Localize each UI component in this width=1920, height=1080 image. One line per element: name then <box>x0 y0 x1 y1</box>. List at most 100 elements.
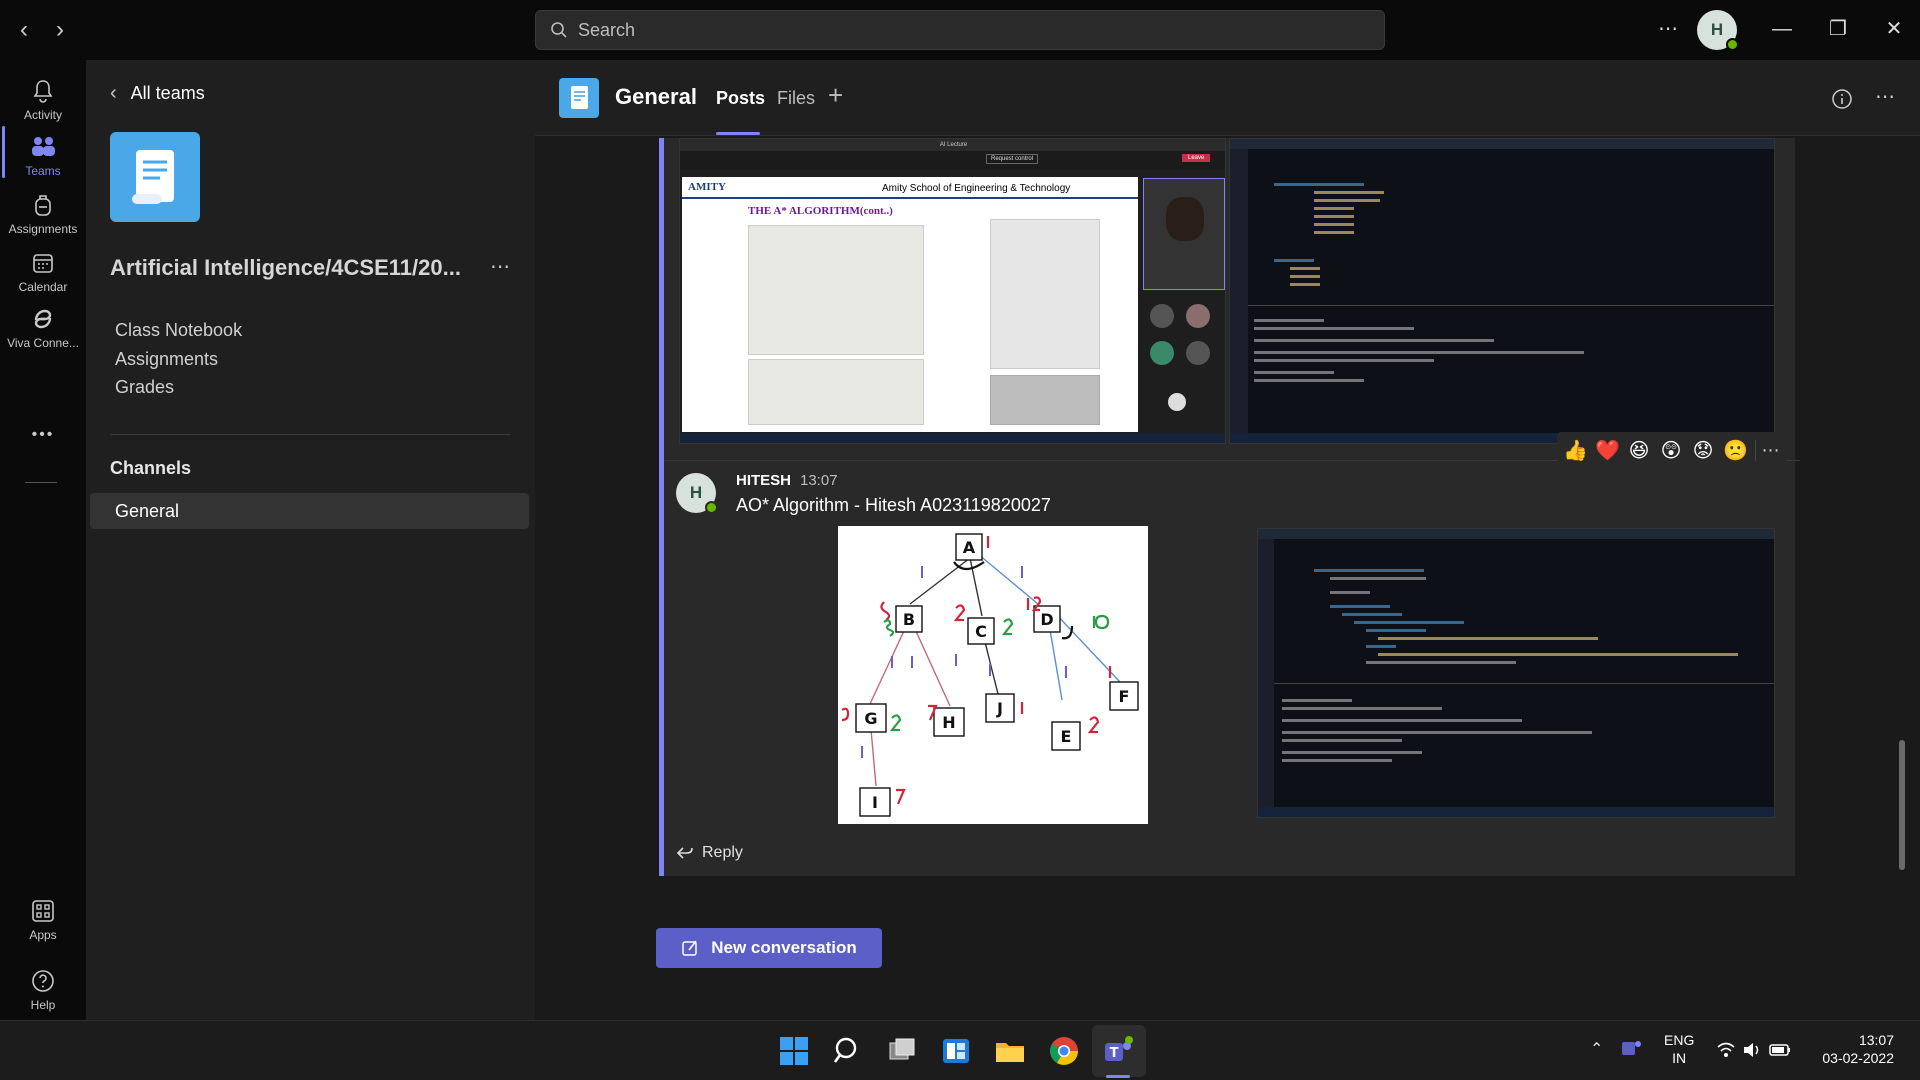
app-rail: Activity Teams Assignments Calendar Viva… <box>0 60 86 1020</box>
presenter-video <box>1143 178 1225 290</box>
rail-item-activity[interactable]: Activity <box>0 70 86 132</box>
vscode-titlebar <box>1258 529 1774 539</box>
more-options-button[interactable]: ⋯ <box>1650 14 1686 46</box>
bell-icon <box>33 80 53 103</box>
search-input[interactable]: Search <box>535 10 1385 50</box>
reply-icon <box>676 847 693 859</box>
vscode-screenshot-2[interactable] <box>1257 528 1775 818</box>
info-icon[interactable] <box>1831 88 1853 110</box>
frown-reaction-icon[interactable]: 🙁 <box>1723 438 1748 463</box>
all-teams-link[interactable]: ‹ All teams <box>110 82 205 105</box>
node-label: H <box>942 713 955 732</box>
rail-item-viva[interactable]: Viva Conne... <box>0 298 86 360</box>
grades-link[interactable]: Grades <box>115 377 174 398</box>
file-explorer-icon[interactable] <box>994 1035 1026 1067</box>
code-line <box>1290 275 1320 278</box>
region-code: IN <box>1672 1050 1687 1066</box>
channel-header: General Posts Files + ⋯ <box>535 60 1920 136</box>
user-avatar[interactable]: H <box>1697 10 1739 51</box>
more-reactions-icon[interactable]: ⋯ <box>1755 439 1785 461</box>
forward-arrow-icon[interactable]: › <box>48 16 72 44</box>
surprised-reaction-icon[interactable]: 😲 <box>1659 438 1683 463</box>
reply-button[interactable]: Reply <box>676 844 743 862</box>
code-line <box>1314 231 1354 234</box>
node-label: E <box>1061 727 1072 746</box>
rail-divider <box>25 482 57 483</box>
class-notebook-link[interactable]: Class Notebook <box>115 320 242 341</box>
message-author-avatar[interactable]: H <box>676 473 718 514</box>
task-view-icon[interactable] <box>886 1035 918 1067</box>
tab-posts[interactable]: Posts <box>716 88 765 109</box>
chevron-up-icon[interactable]: ⌃ <box>1590 1039 1603 1059</box>
widgets-icon[interactable] <box>940 1035 972 1067</box>
scroll-icon <box>132 150 174 204</box>
node-label: F <box>1119 687 1130 706</box>
terminal-line <box>1254 351 1584 354</box>
rail-item-assignments[interactable]: Assignments <box>0 184 86 246</box>
code-line <box>1314 191 1384 194</box>
volume-icon[interactable] <box>1742 1041 1762 1059</box>
rail-item-teams[interactable]: Teams <box>0 126 86 188</box>
terminal-line <box>1254 327 1414 330</box>
channel-more-options-icon[interactable]: ⋯ <box>1875 84 1895 109</box>
channel-item-general[interactable]: General <box>90 493 529 529</box>
presence-icon <box>705 501 718 514</box>
teams-app-icon[interactable]: T <box>1102 1035 1134 1067</box>
battery-icon[interactable] <box>1768 1041 1792 1059</box>
minimize-button[interactable]: — <box>1764 14 1800 46</box>
system-clock[interactable]: 13:07 03-02-2022 <box>1808 1031 1894 1067</box>
back-arrow-icon[interactable]: ‹ <box>12 16 36 44</box>
windows-taskbar: T ⌃ ENG IN 13:07 03-02-2022 <box>0 1020 1920 1080</box>
code-line <box>1314 215 1354 218</box>
laugh-reaction-icon[interactable]: 😆 <box>1627 438 1651 463</box>
team-more-options-icon[interactable]: ⋯ <box>490 254 510 279</box>
wifi-icon[interactable] <box>1716 1041 1736 1059</box>
terminal-divider <box>1274 683 1774 684</box>
like-reaction-icon[interactable]: 👍 <box>1563 438 1588 463</box>
sad-reaction-icon[interactable]: 😟 <box>1691 438 1715 463</box>
windows-start-icon[interactable] <box>778 1035 810 1067</box>
maximize-button[interactable]: ❐ <box>1820 14 1856 46</box>
code-line <box>1290 267 1320 270</box>
chrome-icon[interactable] <box>1048 1035 1080 1067</box>
windows-taskbar-thumbnail <box>680 433 1225 443</box>
code-line <box>1274 183 1364 186</box>
leave-button: Leave <box>1182 154 1211 162</box>
presence-icon <box>1726 38 1739 51</box>
assignments-link[interactable]: Assignments <box>115 349 218 370</box>
code-line <box>1378 637 1598 640</box>
new-conversation-button[interactable]: New conversation <box>656 928 882 968</box>
ao-star-diagram-image[interactable]: A B C D G H J E F I <box>838 526 1148 824</box>
message-timestamp: 13:07 <box>800 472 838 489</box>
terminal-line <box>1254 379 1364 382</box>
terminal-line <box>1282 739 1402 742</box>
more-apps-icon[interactable]: ••• <box>0 426 86 456</box>
team-logo <box>110 132 200 222</box>
meeting-screenshot[interactable]: AI Lecture Request control Leave AMITY A… <box>679 138 1226 444</box>
rail-item-apps[interactable]: Apps <box>0 890 86 952</box>
message-author[interactable]: HITESH <box>736 472 791 489</box>
calendar-icon <box>33 254 53 273</box>
chevron-left-icon: ‹ <box>110 82 117 104</box>
heart-reaction-icon[interactable]: ❤️ <box>1595 438 1620 463</box>
node-label: J <box>996 699 1003 718</box>
teams-tray-icon[interactable] <box>1620 1037 1642 1059</box>
terminal-line <box>1254 359 1434 362</box>
participant-avatar <box>1150 304 1174 328</box>
terminal-line <box>1254 339 1494 342</box>
code-line <box>1274 259 1314 262</box>
language-indicator[interactable]: ENG IN <box>1664 1031 1694 1067</box>
rail-item-calendar[interactable]: Calendar <box>0 242 86 304</box>
scrollbar[interactable] <box>1899 740 1905 870</box>
tab-files[interactable]: Files <box>777 88 815 109</box>
channel-icon <box>559 78 599 118</box>
rail-item-help[interactable]: Help <box>0 960 86 1022</box>
vscode-screenshot-1[interactable] <box>1229 138 1775 444</box>
apps-icon <box>32 900 54 922</box>
add-tab-icon[interactable]: + <box>828 80 843 111</box>
slide-school: Amity School of Engineering & Technology <box>882 183 1071 194</box>
participant-avatar <box>1186 304 1210 328</box>
close-button[interactable]: ✕ <box>1876 14 1912 46</box>
search-icon[interactable] <box>832 1035 864 1067</box>
team-panel: ‹ All teams Artificial Intelligence/4CSE… <box>86 60 535 1020</box>
